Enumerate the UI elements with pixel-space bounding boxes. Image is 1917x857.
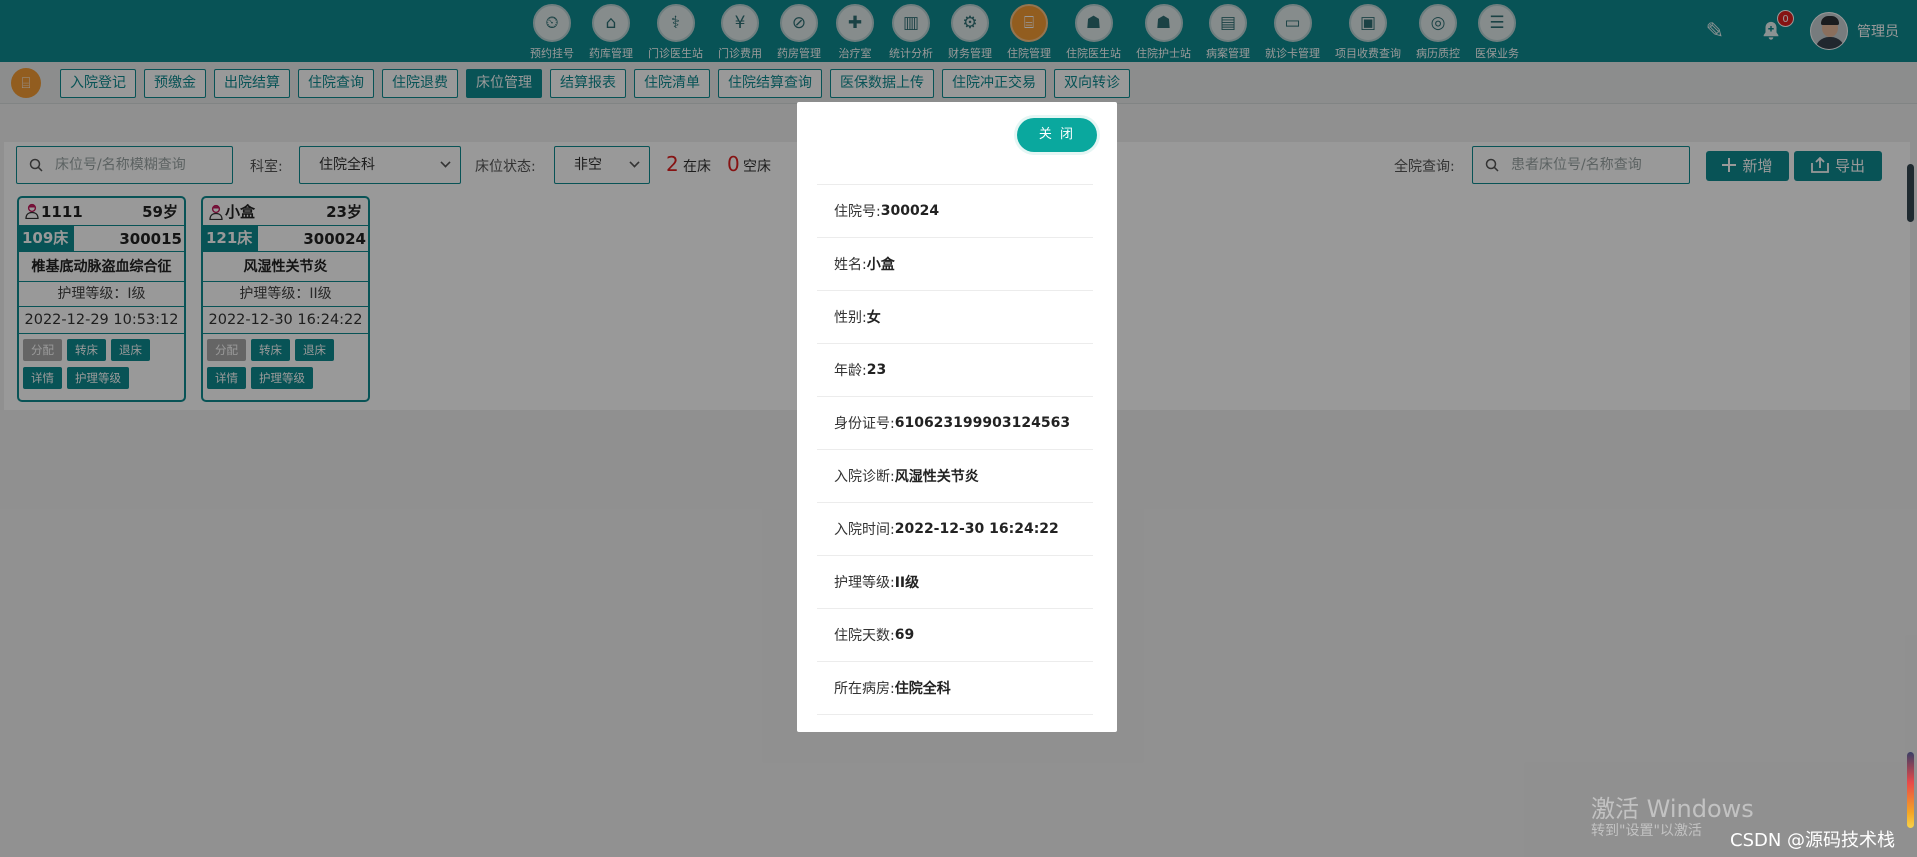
detail-value: 女: [866, 310, 881, 326]
detail-row: 身份证号: 610623199903124563: [817, 397, 1093, 450]
scrollbar-thumb-bottom[interactable]: [1907, 752, 1914, 828]
detail-row: 住院天数: 69: [817, 609, 1093, 662]
detail-label: 性别:: [834, 310, 867, 326]
detail-row: 入院时间: 2022-12-30 16:24:22: [817, 503, 1093, 556]
detail-value: II级: [894, 575, 920, 591]
detail-value: 小盒: [866, 257, 895, 273]
detail-value: 2022-12-30 16:24:22: [894, 521, 1059, 537]
detail-row: 性别: 女: [817, 291, 1093, 344]
detail-row: 年龄: 23: [817, 344, 1093, 397]
csdn-watermark: CSDN @源码技术栈: [1730, 830, 1896, 851]
detail-label: 入院时间:: [834, 522, 895, 538]
detail-label: 身份证号:: [834, 416, 895, 432]
detail-value: 69: [894, 627, 915, 643]
detail-label: 年龄:: [834, 363, 867, 379]
detail-row: 入院诊断: 风湿性关节炎: [817, 450, 1093, 503]
detail-value: 23: [866, 362, 887, 378]
detail-row: 所在病房: 住院全科: [817, 662, 1093, 715]
detail-value: 300024: [880, 203, 940, 219]
detail-row: 住院号: 300024: [817, 185, 1093, 238]
detail-row: 护理等级: II级: [817, 556, 1093, 609]
patient-detail-modal: 关 闭 住院号: 300024 姓名: 小盒 性别: 女年龄: 23 身份证号: 6106231…: [797, 102, 1117, 732]
detail-value: 风湿性关节炎: [894, 469, 979, 485]
detail-label: 所在病房:: [834, 681, 895, 697]
detail-label: 护理等级:: [834, 575, 895, 591]
scrollbar-thumb[interactable]: [1907, 164, 1914, 222]
detail-label: 住院天数:: [834, 628, 895, 644]
windows-activation-watermark: 激活 Windows: [1591, 795, 1754, 823]
detail-value: 610623199903124563: [894, 415, 1071, 431]
detail-value: 住院全科: [894, 681, 951, 697]
close-button[interactable]: 关 闭: [1017, 118, 1097, 152]
detail-label: 住院号:: [834, 204, 881, 220]
patient-detail-list: 住院号: 300024 姓名: 小盒 性别: 女年龄: 23 身份证号: 61062319990…: [817, 184, 1093, 715]
detail-label: 入院诊断:: [834, 469, 895, 485]
detail-row: 姓名: 小盒: [817, 238, 1093, 291]
detail-label: 姓名:: [834, 257, 867, 273]
windows-activation-hint: 转到"设置"以激活: [1591, 823, 1702, 839]
